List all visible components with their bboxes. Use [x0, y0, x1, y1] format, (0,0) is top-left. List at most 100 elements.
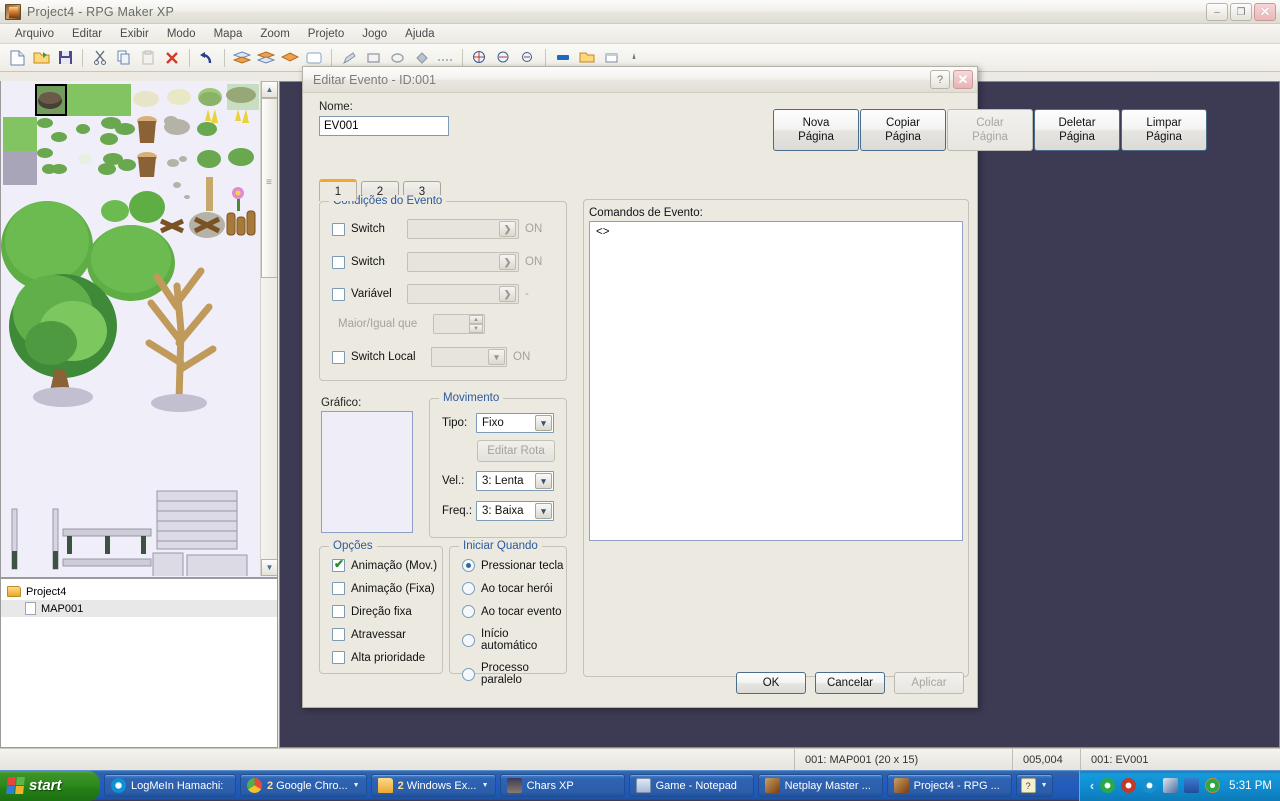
menu-modo[interactable]: Modo: [158, 26, 205, 42]
scroll-down-icon[interactable]: ▼: [261, 559, 277, 576]
tileset-palette[interactable]: ▲ ▼: [0, 81, 278, 578]
movement-speed-value: 3: Lenta: [482, 475, 524, 487]
cut-icon[interactable]: [89, 47, 111, 69]
undo-icon[interactable]: [196, 47, 218, 69]
shield-icon[interactable]: [1121, 778, 1137, 793]
scroll-up-icon[interactable]: ▲: [261, 81, 277, 98]
copy-page-line1: Copiar: [886, 117, 920, 129]
layer1-icon[interactable]: [231, 47, 253, 69]
copy-icon[interactable]: [113, 47, 135, 69]
taskbar-item-notepad[interactable]: Game - Notepad: [628, 774, 754, 797]
tab-page-1[interactable]: 1: [319, 179, 357, 201]
option-direcao-fixa-checkbox[interactable]: [332, 605, 345, 618]
open-icon[interactable]: [30, 47, 52, 69]
start-button[interactable]: start: [0, 770, 100, 801]
clear-page-button[interactable]: Limpar Página: [1121, 109, 1207, 151]
menu-arquivo[interactable]: Arquivo: [6, 26, 63, 42]
option-animacao-fixa-checkbox[interactable]: [332, 582, 345, 595]
scrollbar-thumb[interactable]: [261, 98, 277, 278]
taskbar-item-project4[interactable]: Project4 - RPG ...: [886, 774, 1012, 797]
taskbar-item-explorer[interactable]: 2 Windows Ex... ▼: [370, 774, 496, 797]
trigger-ao-tocar-evento-radio[interactable]: [462, 605, 475, 618]
trigger-inicio-automatico-radio[interactable]: [462, 633, 475, 647]
new-page-button[interactable]: Nova Página: [773, 109, 859, 151]
movement-type-label: Tipo:: [442, 417, 468, 429]
save-icon[interactable]: [54, 47, 76, 69]
system-clock[interactable]: 5:31 PM: [1229, 780, 1272, 792]
trigger-processo-paralelo-radio[interactable]: [462, 667, 475, 681]
clear-page-line1: Limpar: [1146, 117, 1182, 129]
monitor-icon[interactable]: [1184, 778, 1200, 793]
tree-item-map[interactable]: MAP001: [1, 600, 277, 617]
variable-checkbox[interactable]: [332, 287, 345, 301]
copy-page-button[interactable]: Copiar Página: [860, 109, 946, 151]
update-icon[interactable]: [1205, 778, 1221, 793]
trigger-pressionar-tecla-row[interactable]: Pressionar tecla: [462, 559, 566, 572]
graphic-preview[interactable]: [321, 411, 413, 533]
taskbar-item-help[interactable]: ? ▼: [1015, 774, 1053, 797]
option-animacao-mov-row[interactable]: Animação (Mov.): [332, 557, 438, 572]
charsxp-icon: [506, 778, 522, 793]
switch1-checkbox[interactable]: [332, 222, 345, 236]
close-button[interactable]: ✕: [1254, 3, 1276, 21]
chevron-down-icon[interactable]: ▼: [1041, 782, 1048, 789]
cancel-button[interactable]: Cancelar: [815, 672, 885, 694]
menu-projeto[interactable]: Projeto: [299, 26, 353, 42]
movement-speed-select[interactable]: 3: Lenta ▾: [476, 471, 554, 491]
chevron-down-icon[interactable]: ▼: [353, 782, 360, 789]
trigger-inicio-automatico-row[interactable]: Início automático: [462, 628, 566, 652]
menu-zoom[interactable]: Zoom: [251, 26, 298, 42]
menu-ajuda[interactable]: Ajuda: [396, 26, 443, 42]
minimize-button[interactable]: –: [1206, 3, 1228, 21]
option-alta-prioridade-checkbox[interactable]: [332, 651, 345, 664]
phone-icon[interactable]: [1100, 778, 1116, 793]
name-input[interactable]: [319, 116, 449, 136]
movement-type-select[interactable]: Fixo ▾: [476, 413, 554, 433]
delete-icon[interactable]: [161, 47, 183, 69]
layer2-icon[interactable]: [255, 47, 277, 69]
option-animacao-mov-checkbox[interactable]: [332, 557, 345, 572]
local-switch-checkbox[interactable]: [332, 350, 345, 364]
menu-exibir[interactable]: Exibir: [111, 26, 158, 42]
commands-label: Comandos de Evento:: [589, 207, 703, 219]
ok-button[interactable]: OK: [736, 672, 806, 694]
movement-freq-select[interactable]: 3: Baixa ▾: [476, 501, 554, 521]
command-entry[interactable]: <>: [596, 226, 609, 238]
option-animacao-mov-label: Animação (Mov.): [351, 559, 438, 572]
commands-list[interactable]: <>: [589, 221, 963, 541]
menu-editar[interactable]: Editar: [63, 26, 111, 42]
switch2-checkbox[interactable]: [332, 255, 345, 269]
trigger-ao-tocar-heroi-row[interactable]: Ao tocar herói: [462, 582, 566, 595]
option-atravessar-row[interactable]: Atravessar: [332, 628, 437, 641]
tray-expand-icon[interactable]: ‹: [1090, 778, 1094, 793]
tree-item-project[interactable]: Project4: [1, 583, 277, 600]
option-animacao-fixa-row[interactable]: Animação (Fixa): [332, 582, 437, 595]
rocket-icon[interactable]: [1163, 778, 1179, 793]
maximize-button[interactable]: ❐: [1230, 3, 1252, 21]
layer3-icon[interactable]: [279, 47, 301, 69]
trigger-ao-tocar-heroi-radio[interactable]: [462, 582, 475, 595]
taskbar-item-charsxp[interactable]: Chars XP: [499, 774, 625, 797]
trigger-processo-paralelo-row[interactable]: Processo paralelo: [462, 662, 566, 686]
chevron-right-icon: ❯: [499, 286, 516, 302]
menu-jogo[interactable]: Jogo: [353, 26, 396, 42]
menu-mapa[interactable]: Mapa: [205, 26, 252, 42]
trigger-pressionar-tecla-radio[interactable]: [462, 559, 475, 572]
help-button[interactable]: ?: [930, 70, 950, 89]
taskbar-item-netplay[interactable]: Netplay Master ...: [757, 774, 883, 797]
delete-page-button[interactable]: Deletar Página: [1034, 109, 1120, 151]
chevron-down-icon[interactable]: ▼: [482, 782, 489, 789]
option-alta-prioridade-row[interactable]: Alta prioridade: [332, 651, 437, 664]
option-direcao-fixa-row[interactable]: Direção fixa: [332, 605, 437, 618]
hamachi-icon[interactable]: [1142, 778, 1158, 793]
option-atravessar-checkbox[interactable]: [332, 628, 345, 641]
toolbar-divider: [462, 48, 463, 67]
project-tree[interactable]: Project4 MAP001: [0, 578, 278, 748]
dialog-close-button[interactable]: ✕: [953, 70, 973, 89]
window-title: Project4 - RPG Maker XP: [27, 4, 175, 19]
taskbar-item-chrome[interactable]: 2 Google Chro... ▼: [240, 774, 367, 797]
trigger-ao-tocar-evento-row[interactable]: Ao tocar evento: [462, 605, 566, 618]
new-icon[interactable]: [6, 47, 28, 69]
taskbar-item-hamachi[interactable]: LogMeIn Hamachi:: [104, 774, 236, 797]
tileset-scrollbar[interactable]: ▲ ▼: [260, 81, 277, 576]
